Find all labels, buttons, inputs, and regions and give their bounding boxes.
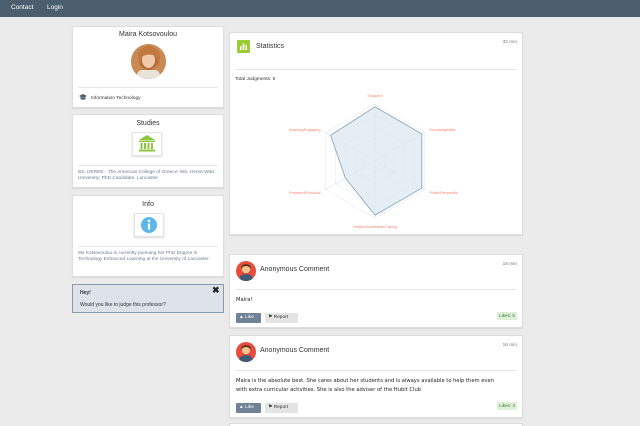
statistics-time: 32 min [502,40,517,45]
info-icon [134,213,164,237]
professor-name: Maira Kotsovoulou [119,31,177,38]
comment-text-line: Maira! [236,297,253,303]
comment-divider [235,289,517,290]
studies-divider [78,165,218,166]
like-label: Like [245,405,254,410]
statistics-title: Statistics [256,43,285,50]
alert-text[interactable]: Would you like to judge this professor? [80,302,166,308]
institution-icon [132,132,162,156]
radar-axis-label: Polite/Respectful [430,191,459,195]
anonymous-avatar [236,342,256,362]
thumbs-up-icon: ▲ [239,405,244,410]
report-label: Report [273,315,289,320]
comment-text-line: with extra curricular activities. She is… [236,387,422,393]
comment-author: Anonymous Comment [260,266,330,273]
radar-axis-label: Prepared/Punctual [289,191,321,195]
radar-chart: Eloquent Knowledgeable Polite/Respectful He… [289,94,459,229]
comment-card: Anonymous Comment 16 min Maira is the ab… [229,335,523,418]
flag-icon: ⚑ [268,405,273,410]
comment-author: Anonymous Comment [260,347,330,354]
statistics-card: Statistics 32 min Total Judgments: 5 Elo… [229,32,523,235]
thumbs-up-icon: ▲ [239,315,244,320]
studies-card: Studies BS, DEREE - The American College… [72,114,224,188]
nav-contact-link[interactable]: Contact [11,4,33,11]
radar-axis-label: Eloquent [368,94,384,98]
alert-title: Hey! [80,290,91,296]
report-button[interactable]: ⚑ Report [265,403,298,413]
judge-alert: Hey! Would you like to judge this profes… [72,284,224,313]
nav-login-link[interactable]: Login [47,4,63,11]
profile-card: Maira Kotsovoulou Information Technology [72,26,224,108]
report-button[interactable]: ⚑ Report [265,313,298,323]
anonymous-avatar [236,261,256,281]
studies-text: BS, DEREE - The American College of Gree… [78,170,214,182]
comment-divider [235,370,517,371]
comment-card: Anonymous Comment 16 min Maira! ▲ Like ⚑… [229,254,523,328]
report-label: Report [273,405,289,410]
comment-text-line: Maira is the absolute best. She cares ab… [236,378,494,384]
radar-axis-label: Inspiring/Engaging [289,128,320,132]
likes-count: Likes: 5 [497,312,517,320]
professor-avatar [131,44,166,79]
close-icon[interactable]: ✖ [212,286,220,295]
info-divider [78,246,218,247]
flag-icon: ⚑ [268,315,273,320]
info-title: Info [142,201,154,208]
studies-title: Studies [136,120,160,127]
like-label: Like [245,315,254,320]
radar-axis-label: Knowledgeable [430,128,456,132]
like-button[interactable]: ▲ Like [236,313,261,323]
department-label: Information Technology [91,96,141,101]
likes-count: Likes: 4 [497,402,517,410]
comment-time: 16 min [502,262,517,267]
radar-axis-label: Helpful/Accessible/Caring [353,225,396,229]
statistics-divider [235,69,517,70]
top-navbar: Contact Login [0,0,640,17]
like-button[interactable]: ▲ Like [236,403,261,413]
profile-divider [78,87,218,88]
bar-chart-icon [237,40,250,53]
graduation-cap-icon [79,94,87,102]
info-card: Info Ms Kotsovoulou is currently pursuin… [72,195,224,277]
info-text: Ms Kotsovoulou is currently pursuing her… [78,251,210,263]
comment-time: 16 min [502,343,517,348]
